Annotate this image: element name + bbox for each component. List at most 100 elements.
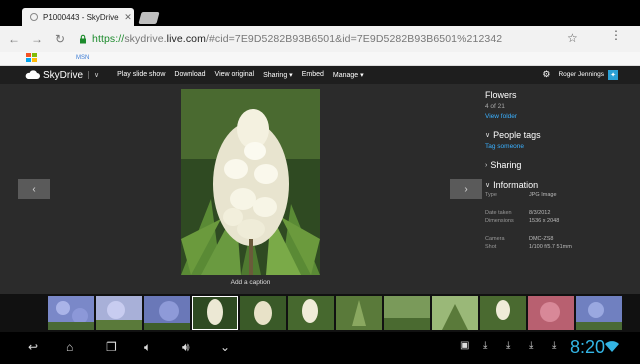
add-caption-link[interactable]: Add a caption — [181, 279, 320, 286]
close-tab-icon[interactable]: ✕ — [122, 12, 134, 23]
tab-title: P1000443 - SkyDrive — [43, 12, 119, 22]
filmstrip-thumbnail[interactable] — [432, 296, 478, 330]
back-icon[interactable]: ← — [5, 30, 23, 48]
filmstrip-thumbnail[interactable] — [480, 296, 526, 330]
info-key: Type — [485, 192, 497, 198]
info-date-row: Date taken 8/3/2012 — [485, 210, 635, 216]
gallery-notification-icon[interactable]: ▣ — [460, 340, 469, 351]
info-key: Shot — [485, 244, 497, 250]
people-tags-header[interactable]: ∨ People tags — [485, 130, 635, 140]
filmstrip-thumbnail[interactable] — [576, 296, 622, 330]
browser-toolbar: ← → ↻ https:// skydrive. live.com /#cid=… — [0, 26, 640, 52]
info-key: Camera — [485, 236, 505, 242]
system-clock[interactable]: 8:20 — [570, 337, 605, 358]
forward-icon[interactable]: → — [28, 30, 46, 48]
sharing-header[interactable]: › Sharing — [485, 160, 635, 170]
main-photo[interactable] — [181, 89, 320, 275]
filmstrip — [0, 294, 640, 332]
photo-position: 4 of 21 — [485, 103, 505, 110]
info-value: 8/3/2012 — [529, 210, 551, 216]
download-icon[interactable]: ⤓ — [506, 340, 510, 351]
previous-photo-button[interactable]: ‹ — [18, 179, 50, 199]
chevron-down-icon: ∨ — [485, 182, 491, 189]
screen: P1000443 - SkyDrive ✕ ← → ↻ https:// sky… — [0, 0, 640, 364]
yucca-flower-image — [181, 89, 320, 275]
gear-icon[interactable]: ⚙ — [542, 69, 550, 80]
bookmarks-bar: MSN — [0, 52, 640, 66]
new-tab-button[interactable] — [138, 12, 160, 24]
details-pane: Flowers 4 of 21 View folder ∨ People tags… — [485, 90, 635, 250]
reload-icon[interactable]: ↻ — [51, 30, 69, 48]
menu-icon[interactable]: ⋮ — [610, 29, 622, 41]
photo-viewer: ‹ Add a caption › Flowers 4 of 21 View f… — [0, 84, 640, 294]
tag-someone-link[interactable]: Tag someone — [485, 143, 635, 150]
download-icon[interactable]: ⤓ — [483, 340, 487, 351]
play-slide-show-button[interactable]: Play slide show — [117, 71, 165, 79]
info-camera-row: Camera DMC-ZS8 — [485, 236, 635, 242]
user-area: ⚙ Roger Jennings ✦ — [542, 69, 618, 80]
lock-icon — [80, 34, 86, 44]
windows-logo-icon[interactable] — [26, 53, 38, 63]
folder-title: Flowers — [485, 90, 517, 100]
information-header[interactable]: ∨ Information — [485, 180, 635, 190]
info-key: Date taken — [485, 210, 512, 216]
chevron-down-icon[interactable]: ∨ — [88, 71, 99, 79]
embed-button[interactable]: Embed — [302, 71, 324, 79]
tab-strip: P1000443 - SkyDrive ✕ — [0, 0, 640, 26]
hide-keyboard-icon[interactable]: ⌄ — [220, 340, 230, 354]
filmstrip-thumbnail[interactable] — [528, 296, 574, 330]
filmstrip-thumbnail[interactable] — [384, 296, 430, 330]
info-value: 1/100 f/5.7 51mm — [529, 244, 572, 250]
information-label: Information — [493, 180, 539, 190]
url-scheme: https:// — [92, 33, 125, 45]
filmstrip-thumbnail[interactable] — [240, 296, 286, 330]
sharing-section: › Sharing — [485, 160, 635, 170]
info-value: JPG Image — [529, 192, 557, 198]
download-icon[interactable]: ⤓ — [552, 340, 556, 351]
sharing-label: Sharing — [490, 160, 522, 170]
filmstrip-thumbnail[interactable] — [288, 296, 334, 330]
bookmark-star-icon[interactable]: ☆ — [567, 31, 578, 45]
chevron-right-icon: › — [485, 161, 488, 169]
download-button[interactable]: Download — [174, 71, 205, 79]
system-navigation-bar: ↩ ⌂ ❐ 🔈︎ 🔊︎ ⌄ ▣ ⤓ ⤓ ⤓ ⤓ 8:20 — [0, 332, 640, 364]
back-icon[interactable]: ↩ — [28, 340, 38, 354]
people-tags-section: ∨ People tags Tag someone — [485, 130, 635, 150]
url-subdomain: skydrive. — [124, 33, 167, 45]
avatar[interactable]: ✦ — [608, 69, 618, 80]
info-key: Dimensions — [485, 218, 514, 224]
url-path: /#cid=7E9D5282B93B6501&id=7E9D5282B93B65… — [205, 33, 503, 45]
view-original-button[interactable]: View original — [215, 71, 255, 79]
filmstrip-thumbnail[interactable] — [96, 296, 142, 330]
next-photo-button[interactable]: › — [450, 179, 482, 199]
information-section: ∨ Information Type JPG Image Date taken 8/3… — [485, 180, 635, 250]
globe-icon — [30, 13, 38, 21]
volume-up-icon[interactable]: 🔊︎ — [182, 340, 190, 355]
manage-menu[interactable]: Manage ▾ — [333, 71, 364, 79]
volume-down-icon[interactable]: 🔈︎ — [144, 340, 151, 355]
skydrive-header: SkyDrive ∨ Play slide show Download View… — [0, 66, 640, 84]
address-bar[interactable]: https:// skydrive. live.com /#cid=7E9D52… — [78, 30, 578, 48]
chevron-right-icon: › — [464, 183, 468, 195]
recent-apps-icon[interactable]: ❐ — [106, 340, 117, 354]
info-value: DMC-ZS8 — [529, 236, 554, 242]
download-icon[interactable]: ⤓ — [529, 340, 533, 351]
chevron-left-icon: ‹ — [32, 183, 36, 195]
filmstrip-thumbnail[interactable] — [144, 296, 190, 330]
info-value: 1536 x 2048 — [529, 218, 560, 224]
filmstrip-thumbnail[interactable] — [336, 296, 382, 330]
wifi-icon — [605, 341, 619, 352]
cloud-icon — [25, 70, 40, 79]
home-icon[interactable]: ⌂ — [66, 340, 73, 354]
bookmark-msn[interactable]: MSN — [76, 55, 89, 61]
browser-tab[interactable]: P1000443 - SkyDrive ✕ — [22, 8, 134, 26]
user-name[interactable]: Roger Jennings — [558, 71, 604, 78]
skydrive-brand[interactable]: SkyDrive ∨ — [24, 70, 99, 81]
filmstrip-thumbnail-selected[interactable] — [192, 296, 238, 330]
sharing-menu[interactable]: Sharing ▾ — [263, 71, 293, 79]
chevron-down-icon: ∨ — [485, 132, 491, 139]
people-tags-label: People tags — [493, 130, 541, 140]
filmstrip-thumbnail[interactable] — [48, 296, 94, 330]
view-folder-link[interactable]: View folder — [485, 113, 635, 120]
url-domain: live.com — [166, 33, 206, 45]
